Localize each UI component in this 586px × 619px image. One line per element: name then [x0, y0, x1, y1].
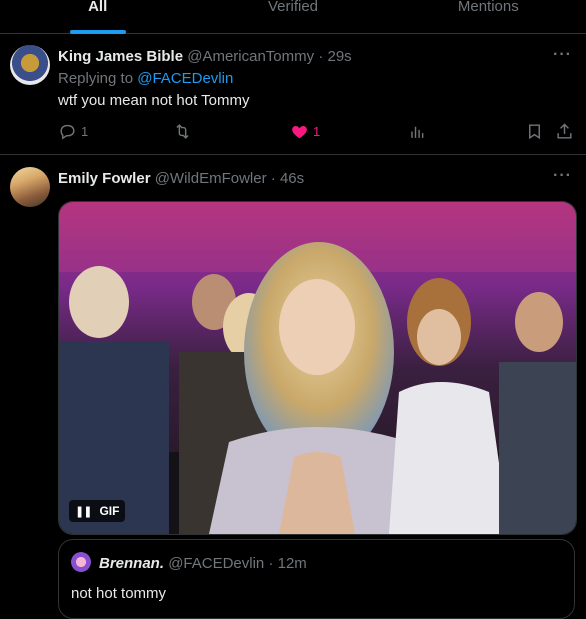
- tweet-header: King James Bible @AmericanTommy · 29s: [58, 48, 352, 65]
- pause-icon[interactable]: ❚❚: [75, 505, 92, 518]
- quoted-handle: @FACEDevlin: [168, 555, 265, 572]
- gif-frame-image: [59, 202, 576, 534]
- views-chart-icon: [411, 126, 424, 138]
- avatar[interactable]: [10, 45, 50, 85]
- reply-icon: [60, 124, 75, 140]
- retweet-icon: [176, 124, 189, 139]
- handle[interactable]: @WildEmFowler: [155, 170, 267, 187]
- bookmark-icon: [529, 124, 540, 140]
- quoted-header: Brennan. @FACEDevlin · 12m: [99, 555, 307, 572]
- share-icon: [557, 123, 572, 139]
- separator-dot: ·: [268, 555, 274, 572]
- share-button[interactable]: [555, 122, 574, 141]
- tab-all[interactable]: All: [0, 0, 195, 34]
- gif-media[interactable]: ❚❚ GIF: [58, 201, 577, 535]
- more-options-icon[interactable]: ···: [553, 46, 572, 64]
- display-name[interactable]: Emily Fowler: [58, 170, 151, 187]
- display-name[interactable]: King James Bible: [58, 48, 183, 65]
- replying-to-label: Replying to: [58, 70, 134, 87]
- like-button[interactable]: 1: [290, 122, 320, 141]
- more-options-icon[interactable]: ···: [553, 167, 572, 185]
- quoted-avatar: [71, 552, 91, 572]
- tweet-actions: 1 1: [58, 122, 578, 142]
- notification-tabs: All Verified Mentions: [0, 0, 586, 34]
- quoted-display-name: Brennan.: [99, 555, 165, 572]
- tweet-text: wtf you mean not hot Tommy: [58, 92, 250, 109]
- gif-badge: GIF: [99, 504, 120, 518]
- replying-to: Replying to @FACEDevlin: [58, 70, 233, 87]
- tab-verified[interactable]: Verified: [195, 0, 390, 33]
- tab-mentions-label: Mentions: [457, 0, 519, 15]
- timestamp[interactable]: 29s: [327, 48, 351, 65]
- reply-button[interactable]: 1: [58, 122, 88, 141]
- heart-icon: [292, 125, 307, 139]
- tab-verified-label: Verified: [267, 0, 319, 15]
- tweet[interactable]: Emily Fowler @WildEmFowler · 46s ··· ❚❚ …: [0, 155, 586, 619]
- separator-dot: ·: [270, 170, 276, 187]
- replying-to-link[interactable]: @FACEDevlin: [137, 70, 233, 87]
- quoted-tweet[interactable]: Brennan. @FACEDevlin · 12m not hot tommy: [58, 539, 575, 619]
- avatar[interactable]: [10, 167, 50, 207]
- bookmark-button[interactable]: [525, 122, 544, 141]
- tweet-header: Emily Fowler @WildEmFowler · 46s: [58, 170, 304, 187]
- tab-mentions[interactable]: Mentions: [391, 0, 586, 33]
- like-count: 1: [313, 124, 321, 139]
- reply-count: 1: [81, 124, 89, 139]
- separator-dot: ·: [318, 48, 324, 65]
- tweet[interactable]: King James Bible @AmericanTommy · 29s ··…: [0, 34, 586, 155]
- quoted-text: not hot tommy: [71, 585, 167, 602]
- timestamp[interactable]: 46s: [280, 170, 304, 187]
- handle[interactable]: @AmericanTommy: [187, 48, 314, 65]
- quoted-timestamp: 12m: [277, 555, 307, 572]
- retweet-button[interactable]: [173, 122, 196, 141]
- views-button[interactable]: [408, 122, 427, 141]
- tab-all-label: All: [88, 0, 108, 15]
- gif-playback-control[interactable]: ❚❚ GIF: [69, 500, 125, 522]
